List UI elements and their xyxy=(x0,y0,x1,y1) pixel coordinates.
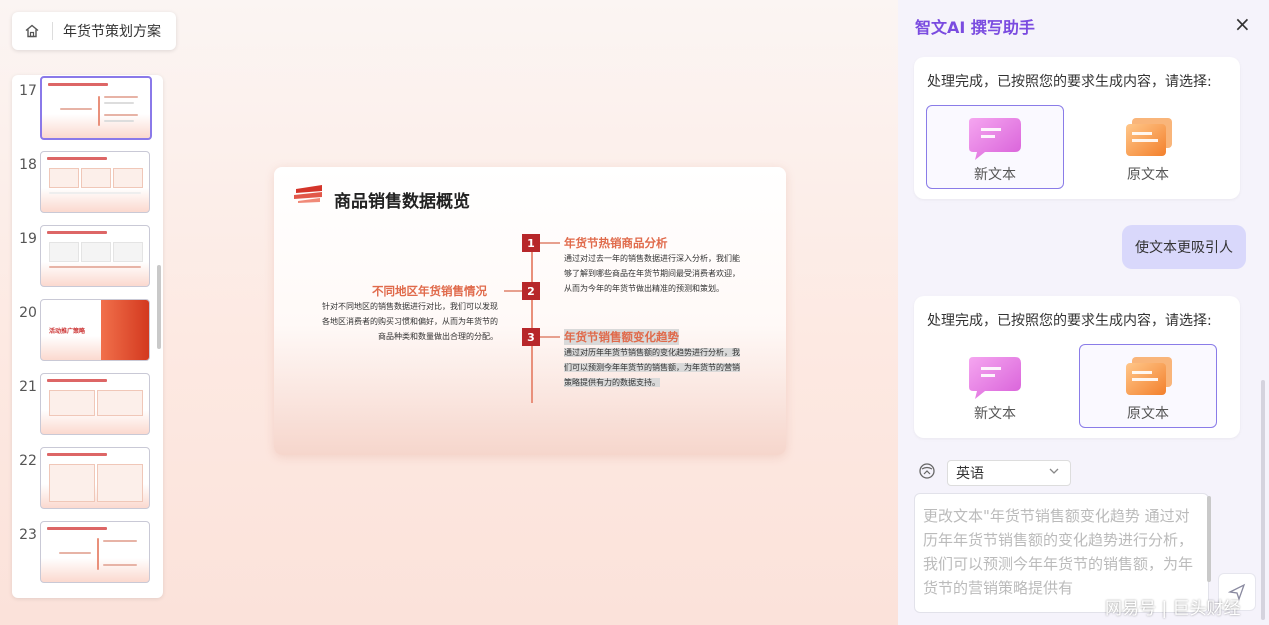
slide-thumbnail-panel[interactable]: 17 18 19 20 活动推广策略 21 22 23 xyxy=(12,75,163,598)
slide-number: 17 xyxy=(19,83,37,99)
translate-icon xyxy=(919,463,935,479)
section-title[interactable]: 年货节热销商品分析 xyxy=(564,235,668,251)
timeline-number: 2 xyxy=(522,282,540,300)
timeline-number: 3 xyxy=(522,328,540,346)
new-text-icon xyxy=(969,357,1021,399)
option-label: 原文本 xyxy=(1127,406,1169,422)
slide-logo-icon xyxy=(294,185,322,203)
chevron-down-icon xyxy=(1049,468,1059,474)
ai-assistant-panel: 智文AI 撰写助手 × 处理完成，已按照您的要求生成内容，请选择: 新文本 原文… xyxy=(898,0,1269,625)
option-label: 原文本 xyxy=(1127,167,1169,183)
assistant-message: 处理完成，已按照您的要求生成内容，请选择: 新文本 原文本 xyxy=(914,296,1240,438)
section-body[interactable]: 通过对过去一年的销售数据进行深入分析，我们能够了解到哪些商品在年货节期间最受消费… xyxy=(564,251,742,296)
option-label: 新文本 xyxy=(974,406,1016,422)
slide-thumbnail[interactable] xyxy=(40,447,150,509)
slide-number: 21 xyxy=(19,379,37,395)
connector xyxy=(504,290,522,292)
thumbnail-row[interactable]: 19 xyxy=(12,223,163,289)
panel-title: 智文AI 撰写助手 xyxy=(915,18,1035,37)
slide-thumbnail[interactable] xyxy=(40,521,150,583)
breadcrumb: 年货节策划方案 xyxy=(12,12,176,50)
section-title[interactable]: 不同地区年货销售情况 xyxy=(372,283,487,299)
thumbnail-row[interactable]: 22 xyxy=(12,445,163,511)
slide-thumbnail[interactable]: 活动推广策略 xyxy=(40,299,150,361)
message-text: 处理完成，已按照您的要求生成内容，请选择: xyxy=(927,74,1212,90)
timeline-number: 1 xyxy=(522,234,540,252)
language-select[interactable]: 英语 xyxy=(947,460,1071,486)
connector xyxy=(540,242,560,244)
assistant-message: 处理完成，已按照您的要求生成内容，请选择: 新文本 原文本 xyxy=(914,57,1240,199)
panel-scrollbar[interactable] xyxy=(1261,380,1265,620)
new-text-option[interactable]: 新文本 xyxy=(926,344,1064,428)
breadcrumb-divider xyxy=(52,22,53,40)
slide-title[interactable]: 商品销售数据概览 xyxy=(334,187,470,212)
slide-thumbnail[interactable] xyxy=(40,225,150,287)
message-text: 处理完成，已按照您的要求生成内容，请选择: xyxy=(927,313,1212,329)
timeline-line xyxy=(531,235,533,403)
thumbnail-row[interactable]: 18 xyxy=(12,149,163,215)
slide-number: 19 xyxy=(19,231,37,247)
thumbnail-label: 活动推广策略 xyxy=(49,328,86,335)
thumbnail-scrollbar[interactable] xyxy=(157,265,161,349)
slide-thumbnail[interactable] xyxy=(40,76,152,140)
input-scrollbar[interactable] xyxy=(1207,496,1211,582)
section-body[interactable]: 针对不同地区的销售数据进行对比，我们可以发现各地区消费者的购买习惯和偏好，从而为… xyxy=(322,299,498,344)
slide-number: 18 xyxy=(19,157,37,173)
section-title-selected[interactable]: 年货节销售额变化趋势 xyxy=(564,329,679,345)
new-text-option[interactable]: 新文本 xyxy=(926,105,1064,189)
slide-canvas[interactable]: 商品销售数据概览 1 年货节热销商品分析 通过对过去一年的销售数据进行深入分析，… xyxy=(274,167,786,455)
section-body-selected[interactable]: 通过对历年年货节销售额的变化趋势进行分析，我们可以预测今年年货节的销售额，为年货… xyxy=(564,345,742,390)
slide-number: 23 xyxy=(19,527,37,543)
home-icon[interactable] xyxy=(12,23,52,39)
highlighted-text[interactable]: 通过对历年年货节销售额的变化趋势进行分析，我们可以预测今年年货节的销售额，为年货… xyxy=(564,348,740,387)
connector xyxy=(540,336,560,338)
slide-thumbnail[interactable] xyxy=(40,373,150,435)
original-text-icon xyxy=(1126,357,1172,395)
thumbnail-row[interactable]: 21 xyxy=(12,371,163,437)
watermark: 网易号 | 巨头财经 xyxy=(1105,599,1241,619)
document-title[interactable]: 年货节策划方案 xyxy=(63,21,161,41)
user-message: 使文本更吸引人 xyxy=(1122,225,1246,269)
new-text-icon xyxy=(969,118,1021,160)
slide-number: 20 xyxy=(19,305,37,321)
close-icon[interactable]: × xyxy=(1234,14,1251,34)
language-value: 英语 xyxy=(956,466,984,482)
thumbnail-row[interactable]: 17 xyxy=(12,75,163,141)
option-label: 新文本 xyxy=(974,167,1016,183)
thumbnail-row[interactable]: 23 xyxy=(12,519,163,585)
thumbnail-row[interactable]: 20 活动推广策略 xyxy=(12,297,163,363)
slide-thumbnail[interactable] xyxy=(40,151,150,213)
slide-number: 22 xyxy=(19,453,37,469)
original-text-icon xyxy=(1126,118,1172,156)
original-text-option[interactable]: 原文本 xyxy=(1079,105,1217,189)
original-text-option[interactable]: 原文本 xyxy=(1079,344,1217,428)
